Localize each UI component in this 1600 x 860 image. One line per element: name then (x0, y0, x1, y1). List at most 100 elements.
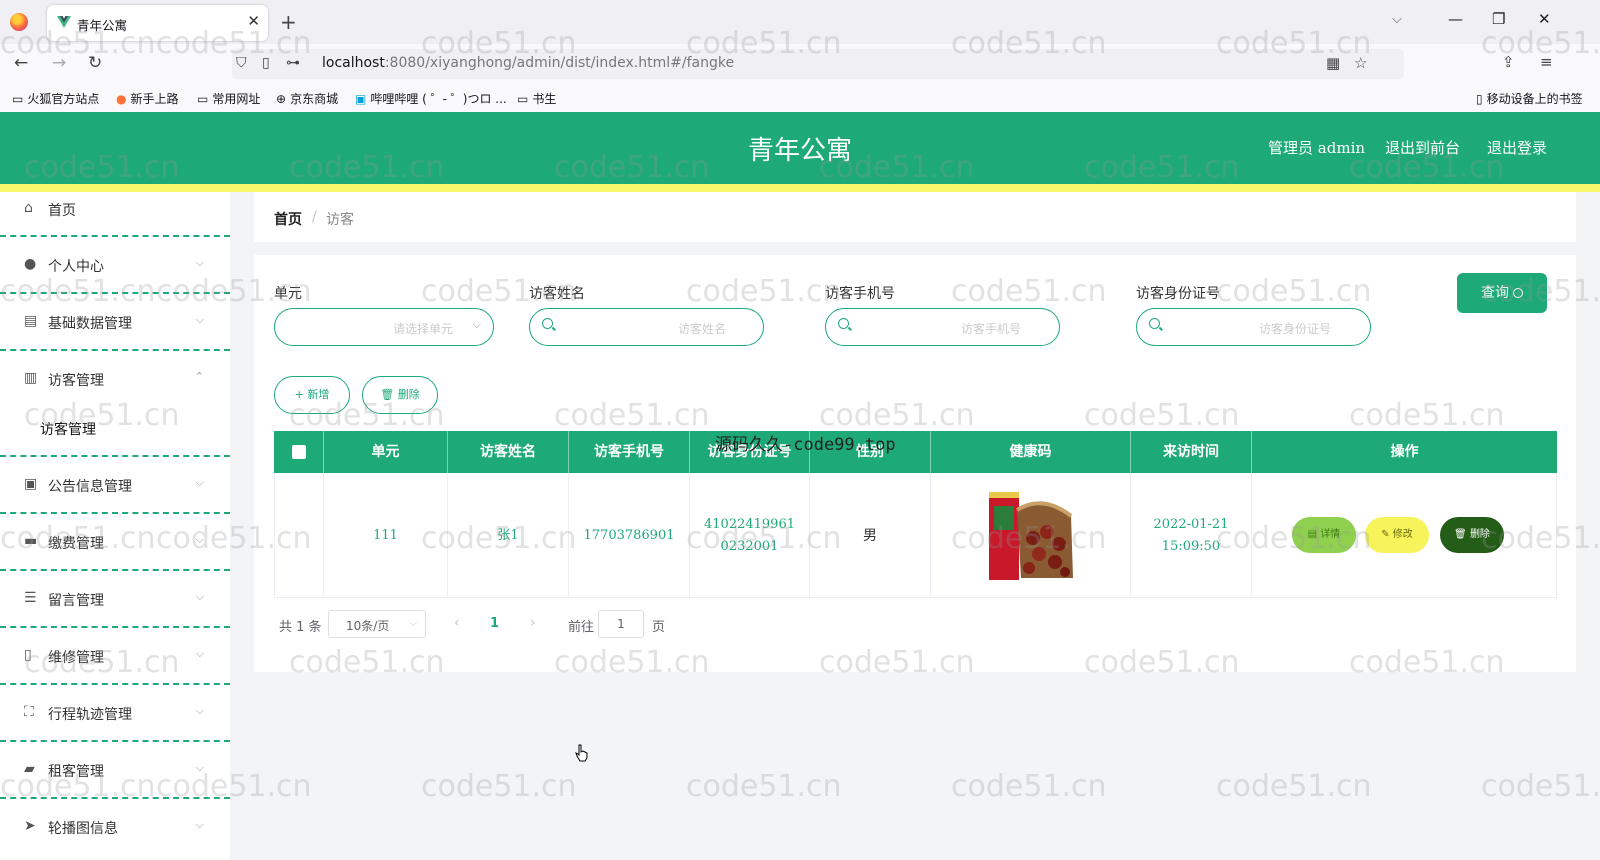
extensions-icon[interactable]: ⇪ (1502, 53, 1515, 71)
trash-icon: 🗑 (1454, 529, 1467, 540)
user-icon: ● (24, 256, 37, 272)
forward-arrow-icon[interactable]: → (52, 53, 66, 73)
mobile-bookmarks[interactable]: ▯ 移动设备上的书签 (1476, 90, 1583, 107)
sidebar-item-visitors[interactable]: ▥ 访客管理 ⌃ 访客管理 (0, 351, 230, 457)
edit-button[interactable]: ✎ 修改 (1365, 517, 1429, 553)
breadcrumb-home[interactable]: 首页 (274, 209, 302, 229)
next-page-icon[interactable]: › (530, 615, 536, 631)
visitor-name-input[interactable]: 访客姓名 (529, 308, 764, 346)
chevron-down-icon: ⌵ (409, 618, 417, 629)
column-header[interactable]: 访客姓名 (448, 431, 569, 473)
chevron-down-icon: ⌵ (195, 313, 204, 326)
watermark: code51.cn (686, 769, 842, 804)
logout-link[interactable]: 退出登录 (1487, 137, 1547, 158)
folder-icon: ▭ (12, 92, 24, 106)
delete-button[interactable]: 🗑 删除 (1440, 517, 1504, 553)
hand-cursor-icon (575, 744, 588, 762)
column-header[interactable]: 单元 (324, 431, 448, 473)
phone-icon: ▯ (1476, 92, 1483, 106)
permissions-icon[interactable]: ⊶ (286, 55, 300, 71)
ticket-icon: ▰ (24, 761, 35, 777)
search-icon (1149, 318, 1160, 329)
batch-delete-button[interactable]: 🗑 删除 (362, 376, 438, 414)
sidebar-item-profile[interactable]: ● 个人中心 ⌵ (0, 237, 230, 294)
tab-list-chevron-icon[interactable]: ⌵ (1392, 12, 1402, 27)
unit-select[interactable]: 请选择单元 ⌵ (274, 308, 494, 346)
column-header[interactable]: 访客手机号 (569, 431, 690, 473)
pagination: 共 1 条 10条/页 ⌵ ‹ 1 › 前往 1 页 (274, 610, 774, 638)
column-header[interactable]: 来访时间 (1131, 431, 1252, 473)
page-size-select[interactable]: 10条/页 ⌵ (328, 610, 426, 638)
goto-page-input[interactable]: 1 (598, 610, 644, 638)
minimize-button[interactable]: — (1448, 10, 1463, 28)
watermark: code51.cn (1481, 769, 1600, 804)
qr-code-icon[interactable]: ▦ (1326, 54, 1340, 72)
database-icon: ▤ (24, 313, 38, 329)
bookmark-item[interactable]: ▣ 哔哩哔哩 ( ゜- ゜)つロ ... (355, 90, 507, 107)
health-code-cell (931, 473, 1131, 598)
health-code-image[interactable] (981, 486, 1081, 586)
exit-to-front-link[interactable]: 退出到前台 (1385, 137, 1460, 158)
clipboard-icon: ▥ (24, 370, 38, 386)
sidebar-item-notices[interactable]: ▣ 公告信息管理 ⌵ (0, 457, 230, 514)
page-icon[interactable]: ▯ (262, 55, 270, 71)
bookmark-item[interactable]: ● 新手上路 (116, 90, 179, 107)
goto-prefix: 前往 (568, 620, 595, 635)
url-host: localhost (322, 55, 385, 71)
firefox-logo-icon[interactable] (10, 13, 28, 31)
visitor-phone-input[interactable]: 访客手机号 (825, 308, 1060, 346)
bookmark-item[interactable]: ▭ 书生 (517, 90, 556, 107)
sidebar-item-basic-data[interactable]: ▤ 基础数据管理 ⌵ (0, 294, 230, 351)
restore-button[interactable]: ❐ (1492, 10, 1505, 28)
column-header[interactable]: 操作 (1252, 431, 1557, 473)
sidebar-item-carousel[interactable]: ➤ 轮播图信息 ⌵ (0, 799, 230, 860)
select-all-cell (274, 431, 324, 473)
url-bar[interactable]: ⛉ ▯ ⊶ localhost:8080/xiyanghong/admin/di… (232, 49, 1404, 79)
payment-icon: ▬ (24, 533, 38, 549)
column-header[interactable]: 健康码 (931, 431, 1131, 473)
app-header: 青年公寓 管理员 admin 退出到前台 退出登录 (0, 112, 1600, 184)
sidebar-item-repairs[interactable]: ▯ 维修管理 ⌵ (0, 628, 230, 685)
search-icon (542, 318, 553, 329)
add-button[interactable]: + 新增 (274, 376, 350, 414)
folder-icon: ▭ (517, 92, 529, 106)
tool-icon: ▯ (24, 647, 32, 663)
detail-button[interactable]: ▤ 详情 (1292, 517, 1356, 553)
visitor-name-placeholder: 访客姓名 (678, 322, 727, 336)
watermark: code51.cn (421, 769, 577, 804)
table-row: 111 张1 17703786901 410224199610232001 男 … (274, 473, 1557, 598)
phone-cell: 17703786901 (569, 473, 690, 598)
sidebar-item-messages[interactable]: ☰ 留言管理 ⌵ (0, 571, 230, 628)
id-filter-label: 访客身份证号 (1136, 286, 1220, 302)
query-button[interactable]: 查询 (1457, 273, 1547, 313)
sidebar-item-home[interactable]: ⌂ 首页 (0, 192, 230, 237)
row-select-cell[interactable] (275, 473, 324, 598)
trash-icon: 🗑 (380, 388, 395, 401)
search-icon (1513, 288, 1523, 298)
select-all-checkbox[interactable] (292, 445, 306, 459)
shield-icon[interactable]: ⛉ (236, 55, 247, 71)
page-number[interactable]: 1 (490, 616, 499, 631)
visitor-id-input[interactable]: 访客身份证号 (1136, 308, 1371, 346)
browser-tab-active[interactable]: 青年公寓 ✕ (47, 5, 268, 41)
bookmark-item[interactable]: ▭ 火狐官方站点 (12, 90, 99, 107)
bookmark-star-icon[interactable]: ☆ (1354, 54, 1367, 72)
visit-time-cell: 2022-01-21 15:09:50 (1131, 473, 1252, 598)
sidebar-item-trips[interactable]: ⛶ 行程轨迹管理 ⌵ (0, 685, 230, 742)
bookmark-item[interactable]: ▭ 常用网址 (197, 90, 260, 107)
bookmarks-bar: ▭ 火狐官方站点 ● 新手上路 ▭ 常用网址 ⊕ 京东商城 ▣ 哔哩哔哩 ( ゜- ゜)つ… (0, 84, 1600, 112)
sidebar-item-payments[interactable]: ▬ 缴费管理 ⌵ (0, 514, 230, 571)
tab-close-icon[interactable]: ✕ (247, 12, 260, 30)
url-text[interactable]: localhost:8080/xiyanghong/admin/dist/ind… (322, 55, 734, 71)
menu-icon[interactable]: ≡ (1540, 53, 1553, 71)
chevron-down-icon: ⌵ (195, 647, 204, 660)
send-icon: ➤ (24, 818, 36, 834)
close-window-button[interactable]: ✕ (1538, 10, 1551, 28)
reload-icon[interactable]: ↻ (88, 53, 102, 73)
prev-page-icon[interactable]: ‹ (454, 615, 460, 631)
submenu-visitor-management[interactable]: 访客管理 (40, 419, 96, 439)
bookmark-item[interactable]: ⊕ 京东商城 (276, 90, 338, 107)
back-arrow-icon[interactable]: ← (14, 53, 28, 73)
sidebar-item-tenants[interactable]: ▰ 租客管理 ⌵ (0, 742, 230, 799)
new-tab-button[interactable]: + (280, 10, 297, 34)
